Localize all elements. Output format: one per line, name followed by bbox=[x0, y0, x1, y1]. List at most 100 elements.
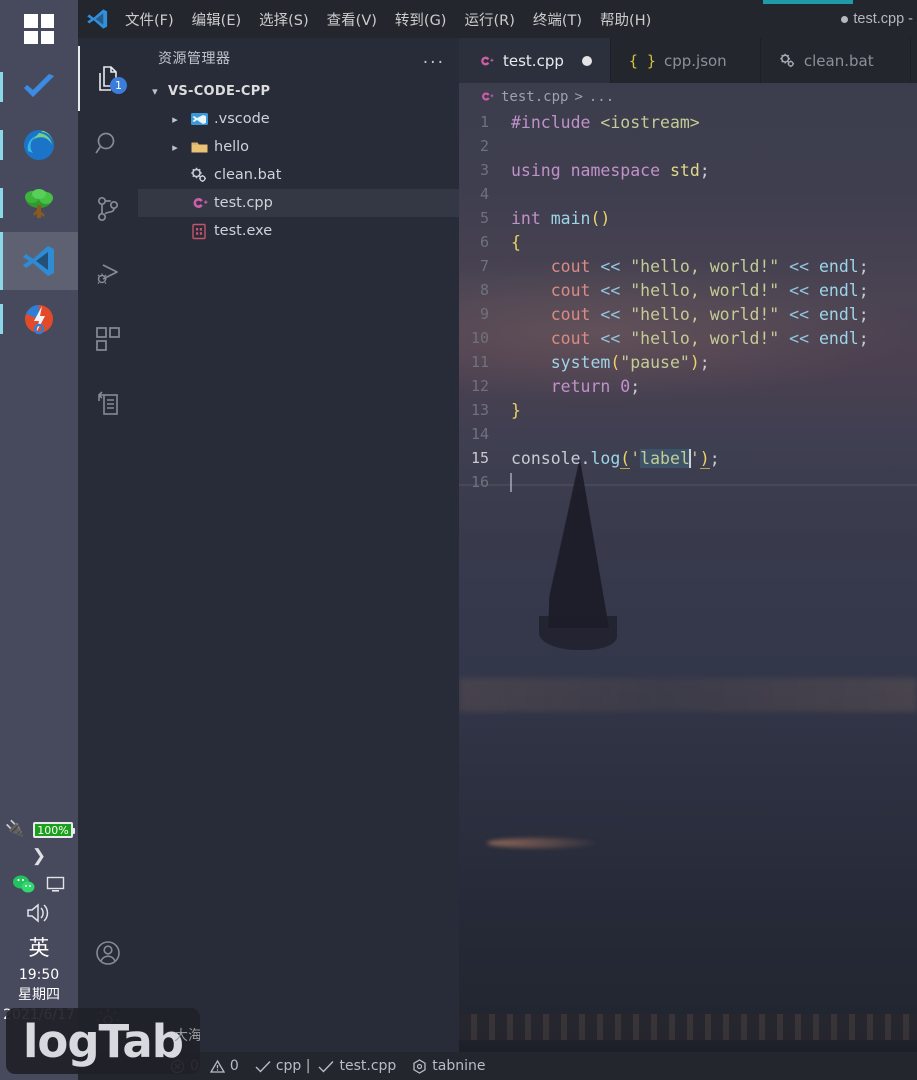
explorer-badge: 1 bbox=[110, 77, 127, 94]
explorer-root-folder[interactable]: ▾ VS-CODE-CPP bbox=[138, 78, 459, 105]
start-button[interactable] bbox=[0, 0, 78, 58]
activitybar-item-run-debug[interactable] bbox=[78, 241, 138, 306]
breadcrumb-more[interactable]: ... bbox=[589, 89, 614, 105]
code-editor[interactable]: 1 #include <iostream> 2 3 using namespace st… bbox=[459, 110, 917, 1052]
code-token: cout bbox=[511, 304, 591, 324]
menu-run[interactable]: 运行(R) bbox=[455, 7, 523, 32]
menu-file[interactable]: 文件(F) bbox=[116, 7, 183, 32]
edge-icon bbox=[24, 130, 54, 160]
windows-taskbar: 🔌 100% ❯ 英 19:50 星期四 bbox=[0, 0, 78, 1080]
status-language[interactable]: cpp | bbox=[255, 1058, 310, 1074]
battery-row[interactable]: 🔌 100% bbox=[0, 822, 78, 839]
status-file[interactable]: test.cpp bbox=[318, 1058, 396, 1074]
code-token: return bbox=[511, 376, 621, 396]
check-icon bbox=[318, 1060, 334, 1073]
cpp-icon bbox=[188, 193, 210, 213]
tree-item-test-exe[interactable]: test.exe bbox=[138, 217, 459, 245]
text-cursor bbox=[510, 472, 512, 492]
menu-view[interactable]: 查看(V) bbox=[318, 7, 386, 32]
run-debug-icon bbox=[97, 263, 118, 284]
tray-expand-row[interactable]: ❯ bbox=[0, 846, 78, 866]
code-line[interactable]: 14 bbox=[459, 422, 917, 446]
code-token: "pause" bbox=[620, 352, 690, 372]
sidebar-header: 资源管理器 ... bbox=[138, 38, 459, 78]
battery-indicator[interactable]: 100% bbox=[33, 822, 76, 839]
activitybar-item-extensions[interactable] bbox=[78, 306, 138, 371]
code-line[interactable]: 10 cout << "hello, world!" << endl; bbox=[459, 326, 917, 350]
taskbar-item-vscode[interactable] bbox=[0, 232, 78, 290]
code-line[interactable]: 13} bbox=[459, 398, 917, 422]
speaker-icon[interactable] bbox=[25, 902, 53, 924]
tab-test-cpp[interactable]: test.cpp bbox=[459, 38, 611, 83]
chevron-right-icon[interactable]: ▸ bbox=[166, 141, 184, 154]
activitybar-item-search[interactable] bbox=[78, 111, 138, 176]
ime-indicator[interactable]: 英 bbox=[0, 932, 78, 962]
menu-edit[interactable]: 编辑(E) bbox=[183, 7, 250, 32]
tree-item-label: test.cpp bbox=[214, 195, 273, 211]
code-line[interactable]: 5 int main() bbox=[459, 206, 917, 230]
menu-go[interactable]: 转到(G) bbox=[386, 7, 456, 32]
taskbar-item-git[interactable] bbox=[0, 290, 78, 348]
code-line[interactable]: 11 system("pause"); bbox=[459, 350, 917, 374]
chevron-right-icon[interactable]: ❯ bbox=[32, 846, 46, 866]
remote-explorer-icon bbox=[98, 390, 118, 415]
menu-help[interactable]: 帮助(H) bbox=[591, 7, 660, 32]
code-line[interactable]: 4 bbox=[459, 182, 917, 206]
breadcrumb[interactable]: test.cpp > ... bbox=[459, 83, 917, 110]
workbench-body: 1 资源管理器 ... ▾ VS-CODE-CPP ▸ .vscode ▸ he… bbox=[78, 38, 917, 1052]
editor-group: test.cpp { } cpp.json clean.bat test.cpp… bbox=[459, 38, 917, 1052]
code-line[interactable]: 16 bbox=[459, 470, 917, 494]
menu-selection[interactable]: 选择(S) bbox=[250, 7, 318, 32]
wechat-icon[interactable] bbox=[12, 874, 36, 894]
taskbar-item-edge[interactable] bbox=[0, 116, 78, 174]
code-line[interactable]: 9 cout << "hello, world!" << endl; bbox=[459, 302, 917, 326]
activitybar-item-source-control[interactable] bbox=[78, 176, 138, 241]
line-number: 12 bbox=[470, 377, 489, 395]
status-file-label: test.cpp bbox=[339, 1058, 397, 1074]
taskbar-item-todo[interactable] bbox=[0, 58, 78, 116]
code-token: int bbox=[511, 208, 551, 228]
ime-label: 英 bbox=[28, 936, 50, 961]
code-token: ; bbox=[630, 376, 641, 396]
activitybar-item-explorer[interactable]: 1 bbox=[78, 46, 138, 111]
code-line-text: cout << "hello, world!" << endl; bbox=[511, 329, 869, 348]
code-token: "hello, world!" bbox=[630, 328, 780, 348]
code-line[interactable]: 6{ bbox=[459, 230, 917, 254]
line-number: 11 bbox=[470, 353, 489, 371]
code-line[interactable]: 3 using namespace std; bbox=[459, 158, 917, 182]
code-token: 0 bbox=[620, 376, 631, 396]
tab-clean-bat[interactable]: clean.bat bbox=[760, 38, 911, 83]
code-line[interactable]: 12 return 0; bbox=[459, 374, 917, 398]
code-line[interactable]: 7 cout << "hello, world!" << endl; bbox=[459, 254, 917, 278]
tab-dirty-indicator-icon[interactable] bbox=[581, 55, 592, 66]
status-tabnine-label: tabnine bbox=[432, 1058, 486, 1074]
code-line[interactable]: 15 console.log('label'); bbox=[459, 446, 917, 470]
breadcrumb-file[interactable]: test.cpp bbox=[501, 89, 568, 105]
code-token: "hello, world!" bbox=[630, 280, 780, 300]
code-token: ( bbox=[610, 352, 621, 372]
menu-terminal[interactable]: 终端(T) bbox=[524, 7, 591, 32]
logtab-watermark: logTab 大海 bbox=[6, 1008, 200, 1074]
explorer-root-label: VS-CODE-CPP bbox=[168, 84, 271, 99]
monitor-icon[interactable] bbox=[44, 875, 66, 894]
status-warnings-count: 0 bbox=[229, 1058, 239, 1074]
tree-item-vscode-folder[interactable]: ▸ .vscode bbox=[138, 105, 459, 133]
tree-item-hello-folder[interactable]: ▸ hello bbox=[138, 133, 459, 161]
code-token: () bbox=[590, 208, 611, 228]
tab-label: test.cpp bbox=[503, 51, 564, 70]
tree-item-test-cpp[interactable]: test.cpp bbox=[138, 189, 459, 217]
code-line[interactable]: 1 #include <iostream> bbox=[459, 110, 917, 134]
line-number: 1 bbox=[479, 113, 489, 131]
taskbar-item-tree[interactable] bbox=[0, 174, 78, 232]
tree-icon bbox=[25, 189, 53, 218]
code-line[interactable]: 8 cout << "hello, world!" << endl; bbox=[459, 278, 917, 302]
chevron-right-icon[interactable]: ▸ bbox=[166, 113, 184, 126]
activitybar-item-remote-explorer[interactable] bbox=[78, 371, 138, 436]
activitybar-item-account[interactable] bbox=[78, 922, 138, 987]
code-line[interactable]: 2 bbox=[459, 134, 917, 158]
status-tabnine[interactable]: tabnine bbox=[412, 1058, 486, 1074]
tree-item-clean-bat[interactable]: clean.bat bbox=[138, 161, 459, 189]
activity-bar: 1 bbox=[78, 38, 138, 1052]
sidebar-more-actions-button[interactable]: ... bbox=[423, 48, 445, 68]
tab-cpp-json[interactable]: { } cpp.json bbox=[610, 38, 761, 83]
